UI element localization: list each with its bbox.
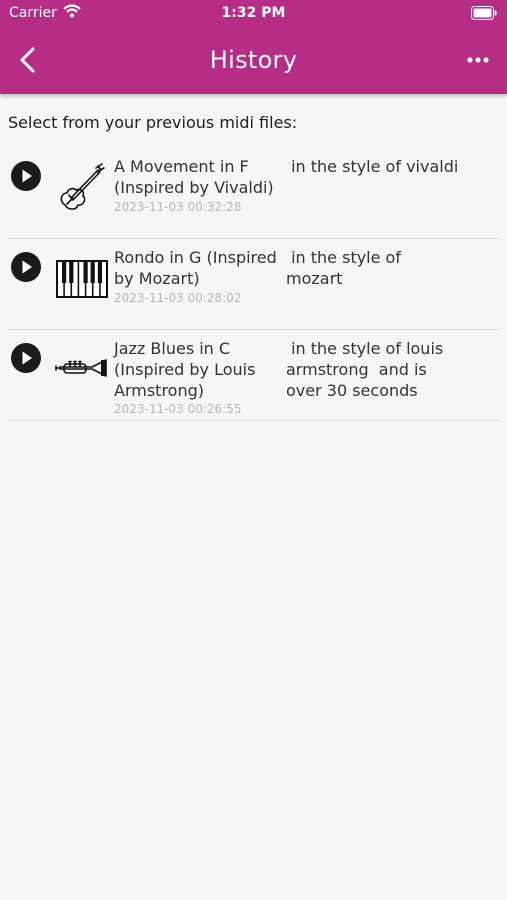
history-item-timestamp: 2023-11-03 00:32:28 [114, 200, 242, 214]
piano-keys-icon [56, 260, 108, 298]
intro-text: Select from your previous midi files: [8, 113, 298, 132]
play-button[interactable] [10, 160, 42, 192]
navigation-bar: History [0, 36, 507, 86]
app-bar: Carrier 1:32 PM History [0, 0, 507, 94]
history-item-description: in the style of mozart [286, 248, 401, 288]
history-list: A Movement in F (Inspired by Vivaldi) 20… [0, 148, 507, 421]
history-item[interactable]: Jazz Blues in C (Inspired by Louis Armst… [8, 330, 500, 421]
history-item-description: in the style of louis armstrong and is o… [286, 339, 444, 400]
violin-icon [60, 163, 105, 210]
play-button[interactable] [10, 342, 42, 374]
history-item-title: A Movement in F (Inspired by Vivaldi) [114, 157, 274, 197]
history-item[interactable]: Rondo in G (Inspired by Mozart) 2023-11-… [8, 239, 500, 330]
page-title: History [209, 46, 298, 74]
more-options-button[interactable] [464, 50, 492, 70]
history-item-title: Jazz Blues in C (Inspired by Louis Armst… [114, 339, 256, 400]
history-item-description: in the style of vivaldi [286, 157, 459, 176]
status-bar: Carrier 1:32 PM [0, 0, 507, 30]
play-button[interactable] [10, 251, 42, 283]
history-item-title: Rondo in G (Inspired by Mozart) [114, 248, 277, 288]
clock: 1:32 PM [221, 5, 286, 21]
history-item-timestamp: 2023-11-03 00:26:55 [114, 402, 242, 416]
history-item-timestamp: 2023-11-03 00:28:02 [114, 291, 242, 305]
history-item[interactable]: A Movement in F (Inspired by Vivaldi) 20… [8, 148, 500, 239]
battery-icon [471, 6, 497, 20]
trumpet-icon [55, 359, 107, 377]
